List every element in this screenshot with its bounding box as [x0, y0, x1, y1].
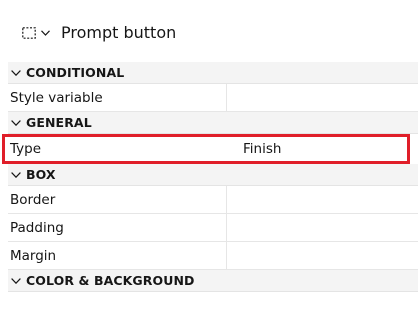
property-name: Padding — [10, 219, 64, 236]
column-divider — [226, 242, 227, 269]
page-title: Prompt button — [61, 23, 177, 42]
property-value[interactable]: Finish — [226, 141, 281, 157]
section-conditional[interactable]: CONDITIONAL — [8, 62, 418, 84]
section-general[interactable]: GENERAL — [8, 112, 418, 134]
chevron-down-icon — [11, 171, 21, 178]
section-label: GENERAL — [26, 115, 92, 130]
chevron-down-icon — [11, 277, 21, 284]
property-name: Type — [10, 140, 42, 157]
property-name: Margin — [10, 247, 57, 264]
column-divider — [226, 186, 227, 213]
property-row-style-variable[interactable]: Style variable — [8, 84, 418, 112]
chevron-down-icon[interactable] — [41, 30, 50, 36]
chevron-down-icon — [11, 69, 21, 76]
section-box[interactable]: BOX — [8, 164, 418, 186]
section-label: COLOR & BACKGROUND — [26, 273, 195, 288]
properties-header: Prompt button — [0, 0, 418, 62]
column-divider — [226, 214, 227, 241]
property-name: Style variable — [10, 89, 103, 106]
property-row-margin[interactable]: Margin — [8, 242, 418, 270]
column-divider — [226, 84, 227, 111]
properties-panel: CONDITIONAL Style variable GENERAL Type … — [2, 62, 418, 292]
chevron-down-icon — [11, 119, 21, 126]
property-row-type[interactable]: Type Finish — [2, 134, 410, 164]
section-label: BOX — [26, 167, 56, 182]
property-row-border[interactable]: Border — [8, 186, 418, 214]
section-label: CONDITIONAL — [26, 65, 125, 80]
property-name: Border — [10, 191, 56, 208]
property-row-padding[interactable]: Padding — [8, 214, 418, 242]
section-color-background[interactable]: COLOR & BACKGROUND — [8, 270, 418, 292]
dashed-selection-icon[interactable] — [22, 27, 36, 39]
